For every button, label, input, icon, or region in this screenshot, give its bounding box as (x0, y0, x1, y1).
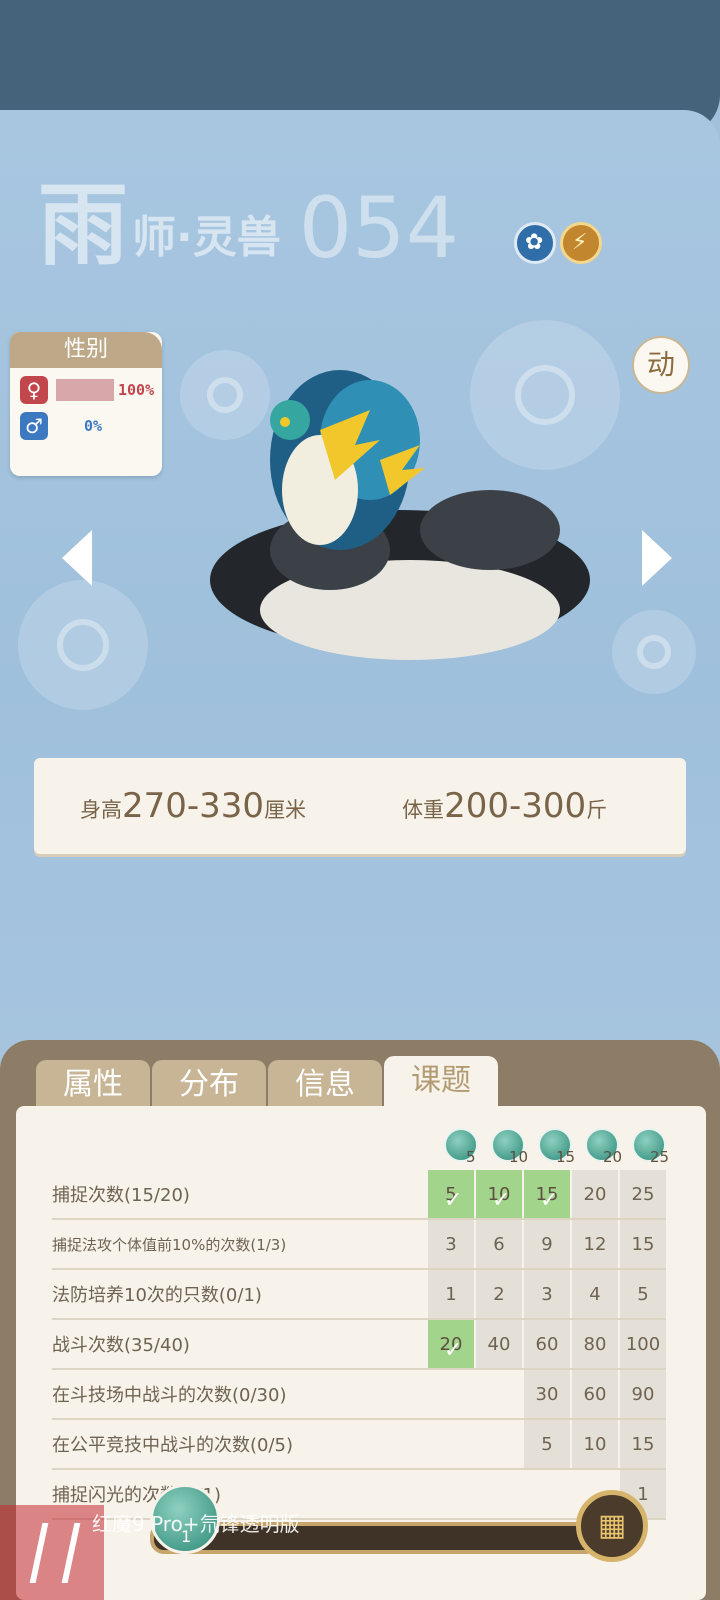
cloud-emblem (18, 580, 148, 710)
task-name: 战斗次数(35/40) (52, 1319, 427, 1370)
title-first-char: 雨 (38, 172, 128, 278)
task-milestone-cell: 60 (570, 1369, 619, 1420)
empty-cell (523, 1469, 571, 1520)
task-milestone-cell: 10 ✓ (474, 1170, 523, 1220)
tab-attributes[interactable]: 属性 (36, 1060, 150, 1108)
task-milestone-cell: 4 (570, 1269, 619, 1320)
gender-panel: 性别 ♀ 100% ♂ 0% (10, 332, 162, 476)
page-title: 雨 师·灵兽 054 (38, 150, 459, 270)
female-icon: ♀ (20, 376, 48, 404)
table-row: 在斗技场中战斗的次数(0/30) 30 60 90 (52, 1369, 666, 1420)
table-row: 捕捉法攻个体值前10%的次数(1/3) 3 6 9 12 15 (52, 1219, 666, 1270)
height-info: 身高 270-330 厘米 (80, 786, 306, 826)
cloud-emblem (612, 610, 696, 694)
check-icon: ✓ (540, 1188, 559, 1213)
female-percent: 100% (118, 381, 155, 399)
height-label: 身高 (80, 798, 122, 822)
table-row: 捕捉次数(15/20) 5 ✓ 10 ✓ 15 ✓ 20 25 (52, 1170, 666, 1220)
male-icon: ♂ (20, 412, 48, 440)
task-milestone-cell: 30 (522, 1369, 571, 1420)
animation-toggle-button[interactable]: 动 (632, 336, 690, 394)
female-row: ♀ 100% (20, 376, 154, 404)
task-name: 在公平竞技中战斗的次数(0/5) (52, 1419, 427, 1470)
empty-cell (475, 1369, 523, 1420)
task-milestone-cell: 5 (618, 1269, 666, 1320)
task-milestone-cell: 15 (618, 1419, 666, 1470)
next-arrow-icon[interactable] (642, 530, 672, 586)
weight-value: 200-300 (444, 786, 587, 826)
task-milestone-cell: 2 (474, 1269, 523, 1320)
device-watermark-text: 红魔9 Pro+氘锋透明版 (92, 1512, 300, 1536)
task-milestone-cell: 25 (618, 1170, 666, 1220)
rain-dragon-illustration (210, 370, 590, 660)
task-name: 在斗技场中战斗的次数(0/30) (52, 1369, 427, 1420)
task-milestone-cell: 60 (522, 1319, 571, 1370)
table-row: 法防培养10次的只数(0/1) 1 2 3 4 5 (52, 1269, 666, 1320)
tab-info[interactable]: 信息 (268, 1060, 382, 1108)
task-milestone-cell: 20 ✓ (426, 1319, 475, 1370)
title-rest: 师·灵兽 (132, 212, 281, 263)
table-row: 战斗次数(35/40) 20 ✓ 40 60 80 100 (52, 1319, 666, 1370)
milestone-label: 15 (556, 1148, 576, 1166)
task-milestone-cell: 100 (618, 1319, 666, 1370)
check-icon: ✓ (444, 1188, 463, 1213)
task-milestone-cell: 3 (426, 1219, 475, 1270)
wind-icon[interactable] (514, 222, 556, 264)
empty-cell (427, 1469, 475, 1520)
task-milestone-cell: 5 (522, 1419, 571, 1470)
female-ratio-bar (56, 379, 114, 401)
task-milestone-cell: 12 (570, 1219, 619, 1270)
task-milestone-cell: 1 (426, 1269, 475, 1320)
empty-cell (427, 1369, 475, 1420)
task-milestone-cell: 15 (618, 1219, 666, 1270)
table-row: 在公平竞技中战斗的次数(0/5) 5 10 15 (52, 1419, 666, 1470)
male-percent: 0% (84, 417, 103, 435)
task-milestone-cell: 3 (522, 1269, 571, 1320)
check-icon: ✓ (444, 1338, 463, 1363)
tab-tasks[interactable]: 课题 (384, 1056, 498, 1110)
size-info-card: 身高 270-330 厘米 体重 200-300 斤 (34, 758, 686, 854)
task-milestone-cell: 80 (570, 1319, 619, 1370)
task-milestone-cell: 20 (570, 1170, 619, 1220)
gender-label: 性别 (10, 332, 162, 368)
milestone-label: 25 (650, 1148, 670, 1166)
height-unit: 厘米 (264, 798, 307, 822)
empty-cell (475, 1419, 523, 1470)
task-milestone-cell: 90 (618, 1369, 666, 1420)
task-milestone-cell: 40 (474, 1319, 523, 1370)
task-name: 法防培养10次的只数(0/1) (52, 1269, 427, 1320)
empty-cell (427, 1419, 475, 1470)
empty-cell (475, 1469, 523, 1520)
task-milestone-cell: 6 (474, 1219, 523, 1270)
male-row: ♂ 0% (20, 412, 102, 440)
task-name: 捕捉法攻个体值前10%的次数(1/3) (52, 1219, 427, 1270)
weight-info: 体重 200-300 斤 (402, 786, 607, 826)
monster-number: 054 (298, 179, 460, 277)
milestone-label: 20 (603, 1148, 623, 1166)
thunder-icon[interactable] (560, 222, 602, 264)
height-value: 270-330 (122, 786, 265, 826)
task-table: 捕捉次数(15/20) 5 ✓ 10 ✓ 15 ✓ 20 25 捕捉法攻个体值前10%… (52, 1170, 666, 1520)
previous-arrow-icon[interactable] (62, 530, 92, 586)
task-milestone-cell: 15 ✓ (522, 1170, 571, 1220)
weight-unit: 斤 (586, 798, 608, 822)
check-icon: ✓ (492, 1188, 511, 1213)
tab-distribution[interactable]: 分布 (152, 1060, 266, 1108)
task-name: 捕捉次数(15/20) (52, 1170, 427, 1220)
milestone-label: 5 (466, 1148, 476, 1166)
task-milestone-cell: 5 ✓ (426, 1170, 475, 1220)
treasure-chest-icon[interactable]: ▦ (576, 1490, 648, 1562)
weight-label: 体重 (402, 798, 445, 822)
task-milestone-cell: 9 (522, 1219, 571, 1270)
milestone-label: 10 (509, 1148, 529, 1166)
task-milestone-cell: 10 (570, 1419, 619, 1470)
device-watermark-logo (0, 1505, 104, 1600)
